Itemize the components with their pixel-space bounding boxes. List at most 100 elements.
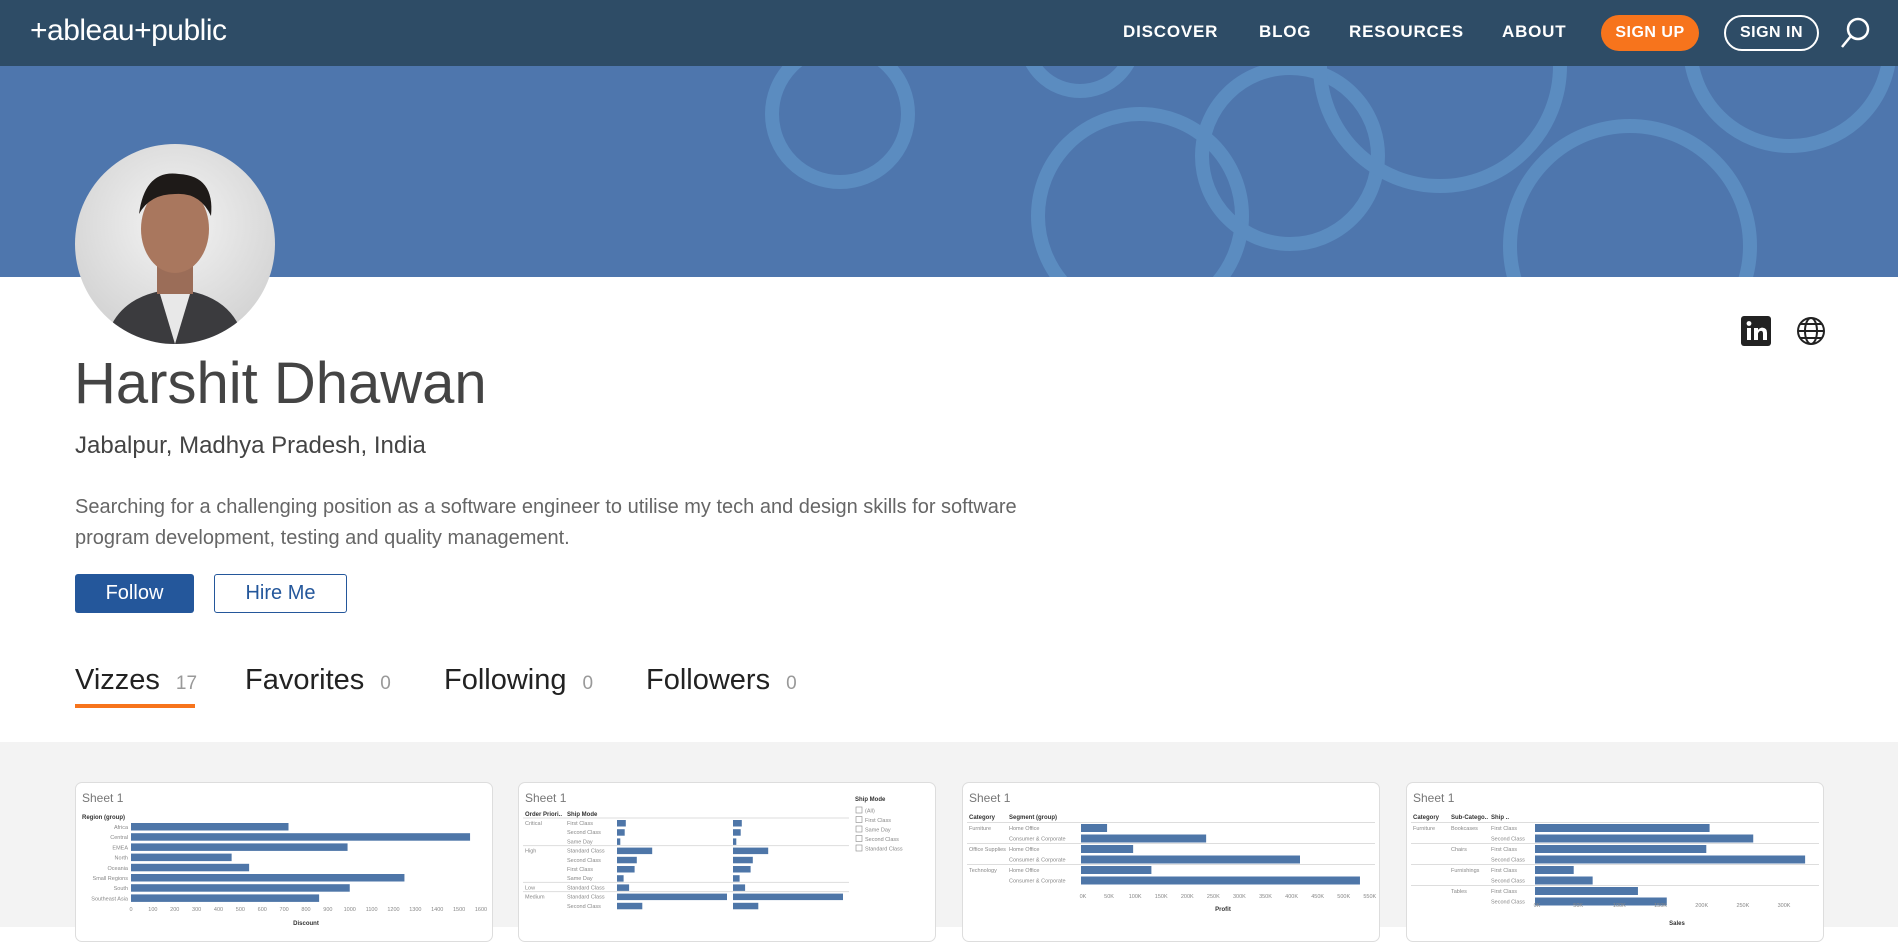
group-label: Low — [525, 885, 535, 891]
tab-vizzes[interactable]: Vizzes 17 — [75, 664, 197, 697]
row-label: Same Day — [567, 839, 593, 845]
banner-circles-decoration — [765, 66, 1896, 277]
tick-label: 900 — [323, 907, 332, 913]
bar — [733, 884, 746, 891]
row-label: First Class — [1491, 889, 1517, 895]
tick-label: 1200 — [387, 907, 399, 913]
legend-item: (All) — [865, 809, 875, 815]
group-label: Office Supplies — [969, 847, 1006, 853]
bar — [617, 875, 624, 882]
tab-following[interactable]: Following 0 — [444, 664, 593, 697]
row-label: Home Office — [1009, 868, 1039, 874]
sub-category-label: Bookcases — [1451, 826, 1478, 832]
bar — [733, 847, 769, 855]
tick-label: 1100 — [366, 907, 378, 913]
bar — [1081, 845, 1134, 853]
tick-label: 400K — [1285, 894, 1298, 900]
group-label: Furniture — [969, 826, 991, 832]
row-label: Second Class — [567, 830, 601, 836]
bar — [617, 866, 635, 873]
bar — [1081, 876, 1360, 885]
row-label: Central — [110, 835, 128, 841]
bar — [617, 902, 643, 910]
tick-label: 200K — [1695, 903, 1708, 909]
profile-location: Jabalpur, Madhya Pradesh, India — [75, 432, 426, 459]
bar — [617, 884, 630, 891]
row-label: First Class — [1491, 826, 1517, 832]
sign-up-button[interactable]: SIGN UP — [1601, 15, 1699, 51]
column-header: Segment (group) — [1009, 815, 1057, 821]
tick-label: 800 — [301, 907, 310, 913]
nav-blog[interactable]: BLOG — [1259, 22, 1311, 42]
row-label: Africa — [114, 825, 129, 831]
tab-favorites[interactable]: Favorites 0 — [245, 664, 391, 697]
tick-label: 500 — [236, 907, 245, 913]
row-label: Second Class — [1491, 879, 1525, 885]
legend-item: First Class — [865, 818, 891, 824]
profile-banner — [0, 66, 1898, 277]
tab-count: 17 — [175, 673, 198, 694]
bar — [1081, 866, 1152, 874]
viz-thumbnail: Category Sub-Catego.. Ship .. First Class Se… — [1411, 815, 1819, 927]
legend-checkbox — [855, 816, 863, 823]
bar — [131, 863, 250, 872]
linkedin-icon[interactable] — [1741, 316, 1771, 346]
tick-label: 1400 — [431, 907, 443, 913]
sub-category-label: Tables — [1451, 889, 1467, 895]
nav-discover[interactable]: DISCOVER — [1123, 22, 1218, 42]
tab-label: Vizzes — [75, 664, 160, 696]
row-label: Consumer & Corporate — [1009, 837, 1066, 843]
legend-checkbox — [855, 835, 863, 842]
row-label: First Class — [1491, 847, 1517, 853]
group-label: Furniture — [1413, 826, 1435, 832]
tick-label: 350K — [1259, 894, 1272, 900]
bar — [131, 884, 350, 892]
tick-label: 150K — [1155, 894, 1168, 900]
tableau-public-logo[interactable]: +ableau+public — [30, 14, 227, 48]
tick-label: 100K — [1613, 903, 1626, 909]
nav-about[interactable]: ABOUT — [1502, 22, 1566, 42]
tab-label: Followers — [646, 664, 771, 696]
bar — [1535, 824, 1710, 832]
viz-card-2[interactable]: Sheet 1 Order Priori.. Ship Mode Critical Fi… — [518, 782, 936, 942]
sign-in-button[interactable]: SIGN IN — [1724, 15, 1819, 51]
tick-label: 200 — [170, 907, 179, 913]
follow-button[interactable]: Follow — [75, 574, 194, 613]
globe-website-icon[interactable] — [1796, 316, 1826, 346]
bar — [617, 829, 625, 836]
axis-title: Sales — [1669, 921, 1685, 927]
row-label: Home Office — [1009, 847, 1039, 853]
row-label: Second Class — [567, 858, 601, 864]
tick-label: 300 — [192, 907, 201, 913]
tick-label: 450K — [1311, 894, 1324, 900]
legend-checkbox — [855, 844, 863, 852]
nav-resources[interactable]: RESOURCES — [1349, 22, 1464, 42]
tab-count: 0 — [582, 673, 594, 694]
tick-label: 0 — [129, 907, 132, 913]
row-label: Oceania — [108, 866, 129, 872]
viz-card-1[interactable]: Sheet 1 Region (group) Africa Central EMEA No… — [75, 782, 493, 942]
tick-label: 100K — [1129, 894, 1142, 900]
bar — [733, 902, 759, 910]
row-label: Second Class — [1491, 858, 1525, 864]
hire-me-button[interactable]: Hire Me — [214, 574, 347, 613]
tick-label: 550K — [1363, 894, 1376, 900]
bar — [1535, 855, 1806, 864]
profile-photo — [105, 173, 245, 344]
column-header: Ship .. — [1491, 815, 1509, 821]
group-label: Critical — [525, 821, 542, 827]
tab-followers[interactable]: Followers 0 — [646, 664, 797, 697]
legend-title: Ship Mode — [855, 797, 886, 803]
tick-label: 400 — [214, 907, 223, 913]
viz-card-3[interactable]: Sheet 1 Category Segment (group) Home Offic… — [962, 782, 1380, 942]
row-label: EMEA — [112, 845, 128, 851]
viz-card-4[interactable]: Sheet 1 Category Sub-Catego.. Ship .. First … — [1406, 782, 1824, 942]
viz-thumbnail: Order Priori.. Ship Mode Critical First Cla… — [523, 797, 903, 910]
search-icon[interactable] — [1838, 16, 1872, 50]
legend-item: Second Class — [865, 837, 899, 843]
legend-checkbox — [855, 806, 863, 814]
group-label: Technology — [969, 868, 997, 874]
row-label: Consumer & Corporate — [1009, 879, 1066, 885]
profile-bio: Searching for a challenging position as … — [75, 496, 1017, 549]
row-label: Small Regions — [93, 876, 129, 882]
